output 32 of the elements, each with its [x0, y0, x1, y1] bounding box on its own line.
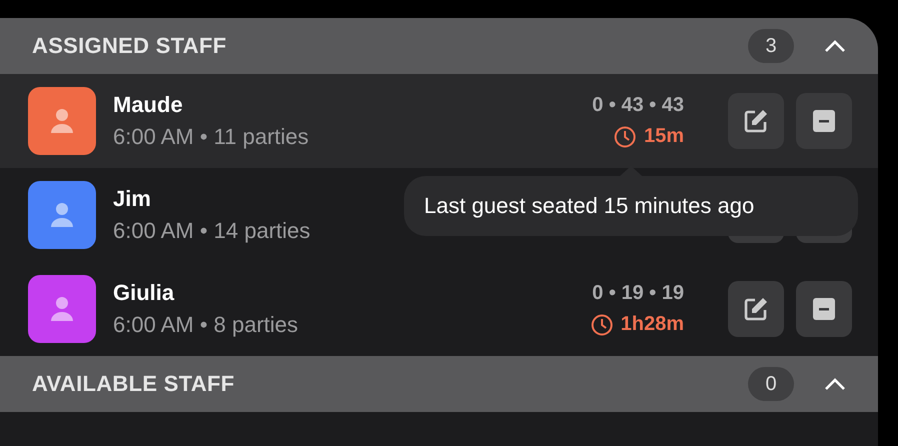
section-title: ASSIGNED STAFF [32, 33, 228, 59]
staff-name: Jim [113, 186, 151, 212]
clock-icon [590, 314, 613, 336]
cover-stats: 0 • 43 • 43 [592, 94, 684, 117]
minus-square-icon [813, 110, 835, 132]
person-icon [50, 296, 74, 322]
edit-button[interactable] [728, 93, 784, 149]
section-header[interactable]: AVAILABLE STAFF 0 [0, 356, 878, 412]
chevron-up-icon[interactable] [824, 377, 846, 391]
remove-button[interactable] [796, 281, 852, 337]
staff-name: Giulia [113, 280, 174, 306]
clock-icon [614, 126, 636, 148]
cover-stats: 0 • 19 • 19 [592, 282, 684, 305]
staff-name: Maude [113, 92, 183, 118]
remove-button[interactable] [796, 93, 852, 149]
last-seated-time: 1h28m [620, 313, 684, 336]
last-seated-time: 15m [644, 125, 684, 148]
minus-square-icon [813, 298, 835, 320]
section-header[interactable]: ASSIGNED STAFF 3 [0, 18, 878, 74]
count-badge: 0 [748, 367, 794, 401]
edit-icon [743, 108, 769, 134]
person-icon [50, 108, 74, 134]
shift-detail: 6:00 AM • 14 parties [113, 218, 310, 244]
edit-button[interactable] [728, 281, 784, 337]
person-icon [50, 202, 74, 228]
edit-icon [743, 296, 769, 322]
count-badge: 3 [748, 29, 794, 63]
staff-row[interactable]: Maude 6:00 AM • 11 parties 0 • 43 • 43 15m [0, 74, 878, 168]
shift-detail: 6:00 AM • 11 parties [113, 124, 309, 150]
section-title: AVAILABLE STAFF [32, 371, 236, 397]
chevron-up-icon[interactable] [824, 39, 846, 53]
shift-detail: 6:00 AM • 8 parties [113, 312, 298, 338]
